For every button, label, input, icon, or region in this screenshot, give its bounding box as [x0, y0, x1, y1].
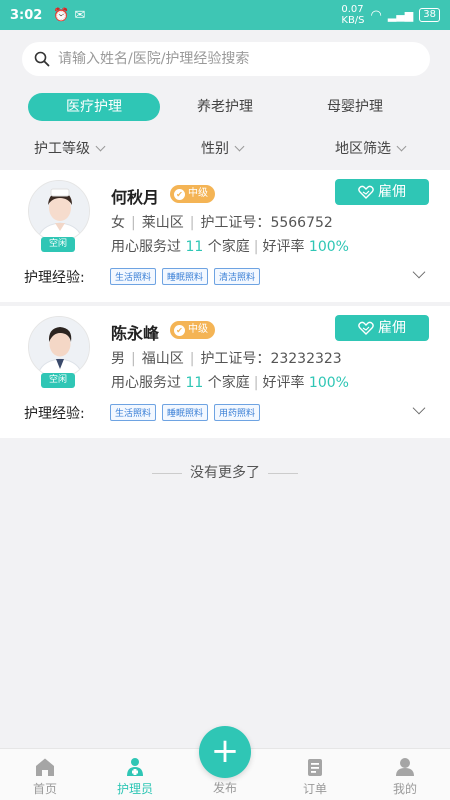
hire-button[interactable]: 雇佣 [335, 315, 429, 341]
hire-button[interactable]: 雇佣 [335, 179, 429, 205]
tab-maternal-care[interactable]: 母婴护理 [290, 93, 420, 121]
filter-row: 护工等级 性别 地区筛选 [0, 138, 450, 160]
experience-tags: 生活照料 睡眠照料 用药照料 [110, 404, 261, 421]
status-bar: 3:02 ⏰ ✉ 0.07 KB/S ◠ ▂▄▆ 38 [0, 0, 450, 30]
nav-home[interactable]: 首页 [10, 757, 80, 797]
filter-region[interactable]: 地区筛选 [335, 138, 407, 158]
end-of-list: 没有更多了 [0, 462, 450, 482]
experience-label: 护理经验: [24, 406, 85, 422]
profile-icon [396, 758, 414, 776]
caregiver-icon [127, 758, 143, 776]
battery-indicator: 38 [419, 8, 440, 22]
wifi-icon: ◠ [370, 7, 382, 23]
availability-badge: 空闲 [41, 237, 75, 252]
experience-tag: 生活照料 [110, 268, 157, 285]
level-badge: ✔ 中级 [170, 321, 215, 339]
experience-tags: 生活照料 睡眠照料 清洁照料 [110, 268, 261, 285]
network-speed: 0.07 KB/S [341, 4, 365, 26]
experience-tag: 睡眠照料 [162, 404, 209, 421]
heart-hand-icon [358, 321, 374, 335]
experience-tag: 清洁照料 [214, 268, 261, 285]
signal-icon: ▂▄▆ [387, 8, 414, 22]
chevron-down-icon [234, 141, 245, 151]
caregiver-card[interactable]: 空闲 何秋月 ✔ 中级 雇佣 女 | 莱山区 | 护工证号：5566752 用心服务过 … [0, 170, 450, 302]
nav-caregiver[interactable]: 护理员 [100, 757, 170, 797]
chevron-down-icon [95, 141, 106, 151]
caregiver-name: 何秋月 [111, 188, 160, 207]
alarm-icon: ⏰ [53, 7, 70, 23]
publish-button[interactable]: + [199, 726, 251, 778]
expand-chevron-icon[interactable] [412, 265, 426, 279]
service-stats: 用心服务过 11 个家庭 | 好评率 100% [111, 375, 349, 391]
check-icon: ✔ [174, 188, 185, 200]
end-of-list-text: 没有更多了 [190, 465, 260, 481]
plus-icon: + [210, 731, 240, 771]
expand-chevron-icon[interactable] [412, 401, 426, 415]
experience-tag: 生活照料 [110, 404, 157, 421]
caregiver-info: 男 | 福山区 | 护工证号：23232323 [111, 351, 342, 367]
experience-tag: 用药照料 [214, 404, 261, 421]
nav-mine[interactable]: 我的 [370, 757, 440, 797]
filter-gender[interactable]: 性别 [201, 138, 245, 158]
status-time: 3:02 [10, 7, 43, 23]
level-badge: ✔ 中级 [170, 185, 215, 203]
chevron-down-icon [396, 141, 407, 151]
filter-gender-label: 性别 [201, 141, 229, 157]
tab-medical-care[interactable]: 医疗护理 [28, 93, 160, 121]
header: 医疗护理 养老护理 母婴护理 护工等级 性别 地区筛选 [0, 30, 450, 170]
tab-elderly-care[interactable]: 养老护理 [160, 93, 290, 121]
divider [268, 472, 298, 474]
search-bar[interactable] [22, 42, 430, 76]
filter-level[interactable]: 护工等级 [34, 138, 106, 158]
category-tabs: 医疗护理 养老护理 母婴护理 [28, 93, 422, 121]
caregiver-name: 陈永峰 [111, 324, 160, 343]
nav-orders[interactable]: 订单 [280, 757, 350, 797]
check-icon: ✔ [174, 324, 185, 336]
avatar [28, 180, 90, 242]
caregiver-card[interactable]: 空闲 陈永峰 ✔ 中级 雇佣 男 | 福山区 | 护工证号：23232323 用心服务过… [0, 306, 450, 438]
experience-label: 护理经验: [24, 270, 85, 286]
divider [152, 472, 182, 474]
filter-region-label: 地区筛选 [335, 141, 391, 157]
heart-hand-icon [358, 185, 374, 199]
availability-badge: 空闲 [41, 373, 75, 388]
home-icon [36, 758, 54, 776]
search-icon [34, 51, 50, 67]
filter-level-label: 护工等级 [34, 141, 90, 157]
service-stats: 用心服务过 11 个家庭 | 好评率 100% [111, 239, 349, 255]
search-input[interactable] [58, 51, 398, 67]
caregiver-info: 女 | 莱山区 | 护工证号：5566752 [111, 215, 333, 231]
experience-tag: 睡眠照料 [162, 268, 209, 285]
orders-icon [308, 759, 322, 776]
notification-icon: ✉ [74, 7, 86, 23]
avatar [28, 316, 90, 378]
publish-label: 发布 [212, 781, 237, 795]
